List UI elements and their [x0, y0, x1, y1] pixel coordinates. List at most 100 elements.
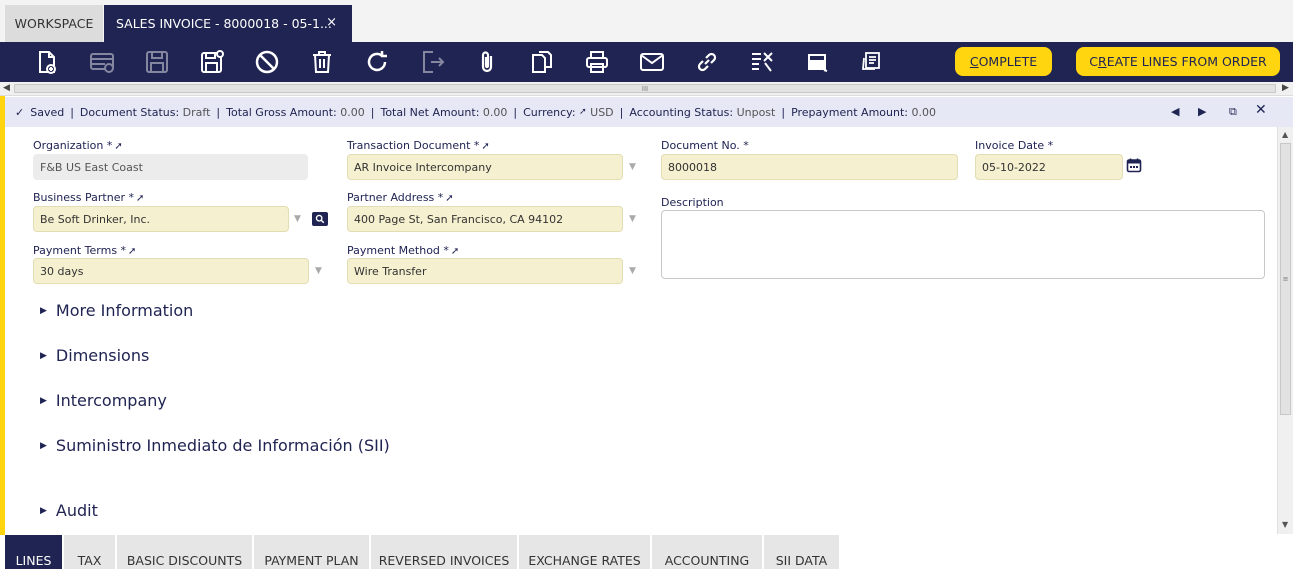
- tab-lines[interactable]: LINES: [5, 535, 62, 569]
- payment-terms-select[interactable]: 30 days: [33, 258, 309, 284]
- close-form-icon[interactable]: ✕: [1255, 102, 1267, 118]
- caret-right-icon: ▶: [40, 395, 47, 406]
- invoice-date-label: Invoice Date *: [975, 139, 1054, 152]
- caret-right-icon: ▶: [40, 505, 47, 516]
- next-record-icon[interactable]: ▶: [1198, 105, 1206, 118]
- complete-button-label: OMPLETE: [978, 54, 1038, 69]
- vertical-scrollbar[interactable]: ▲ ≡ ▼: [1277, 127, 1293, 534]
- notes-icon[interactable]: [858, 48, 886, 76]
- description-label: Description: [661, 196, 724, 209]
- email-icon[interactable]: [638, 48, 666, 76]
- business-partner-select[interactable]: Be Soft Drinker, Inc.: [33, 206, 289, 232]
- organization-label: Organization * ➚: [33, 139, 123, 152]
- link-arrow-icon[interactable]: ➚: [451, 246, 459, 257]
- partner-address-label: Partner Address * ➚: [347, 191, 454, 204]
- doc-status-value: Draft: [182, 105, 211, 119]
- chevron-down-icon[interactable]: ▼: [629, 266, 636, 276]
- section-intercompany[interactable]: ▶ Intercompany: [40, 391, 167, 410]
- audit-icon[interactable]: [748, 48, 776, 76]
- caret-right-icon: ▶: [40, 440, 47, 451]
- save-close-icon[interactable]: [198, 48, 226, 76]
- complete-button[interactable]: C OMPLETE: [955, 47, 1052, 76]
- complete-button-accesskey: C: [969, 54, 979, 69]
- scroll-left-icon[interactable]: ◀: [3, 83, 10, 93]
- save-icon[interactable]: [143, 48, 171, 76]
- payment-method-label: Payment Method * ➚: [347, 244, 460, 257]
- new-document-icon[interactable]: [33, 48, 61, 76]
- tab-accounting[interactable]: ACCOUNTING: [652, 535, 762, 569]
- currency-value: USD: [590, 105, 614, 119]
- checkmark-icon: ✓: [15, 105, 25, 119]
- gross-amount-label: Total Gross Amount:: [226, 105, 337, 119]
- link-arrow-icon[interactable]: ➚: [136, 193, 144, 204]
- print-icon[interactable]: [583, 48, 611, 76]
- scroll-right-icon[interactable]: ▶: [1282, 83, 1289, 93]
- horizontal-scrollbar[interactable]: ◀ III ▶: [0, 82, 1293, 96]
- tab-workspace[interactable]: WORKSPACE: [5, 5, 103, 42]
- tab-basic-discounts[interactable]: BASIC DISCOUNTS: [117, 535, 252, 569]
- undo-icon[interactable]: [253, 48, 281, 76]
- link-arrow-icon[interactable]: ➚: [481, 141, 489, 152]
- link-arrow-icon[interactable]: ➚: [114, 141, 122, 152]
- caret-right-icon: ▶: [40, 350, 47, 361]
- link-arrow-icon[interactable]: ➚: [445, 193, 453, 204]
- form-accent-bar: [0, 96, 5, 536]
- copy-record-icon[interactable]: [528, 48, 556, 76]
- scroll-grip: III: [641, 84, 649, 93]
- tab-sales-invoice-label: SALES INVOICE - 8000018 - 05-1...: [116, 16, 332, 31]
- delete-icon[interactable]: [308, 48, 336, 76]
- caret-right-icon: ▶: [40, 305, 47, 316]
- tab-payment-plan[interactable]: PAYMENT PLAN: [254, 535, 369, 569]
- section-dimensions[interactable]: ▶ Dimensions: [40, 346, 149, 365]
- search-icon[interactable]: [312, 212, 328, 226]
- status-saved: Saved: [30, 105, 65, 119]
- chevron-down-icon[interactable]: ▼: [315, 266, 322, 276]
- section-audit[interactable]: ▶ Audit: [40, 501, 98, 520]
- invoice-date-input[interactable]: 05-10-2022: [975, 154, 1123, 180]
- pin-icon[interactable]: ➚: [579, 107, 587, 117]
- subtab-bar: LINES TAX BASIC DISCOUNTS PAYMENT PLAN R…: [0, 535, 1293, 569]
- attachment-icon[interactable]: [473, 48, 501, 76]
- tab-tax[interactable]: TAX: [64, 535, 115, 569]
- tab-sales-invoice[interactable]: SALES INVOICE - 8000018 - 05-1... ×: [104, 5, 352, 42]
- window-tab-strip: WORKSPACE SALES INVOICE - 8000018 - 05-1…: [0, 0, 1293, 42]
- payment-method-select[interactable]: Wire Transfer: [347, 258, 623, 284]
- scroll-up-icon[interactable]: ▲: [1282, 130, 1288, 139]
- new-row-icon[interactable]: [88, 48, 116, 76]
- link-icon[interactable]: [693, 48, 721, 76]
- organization-field: F&B US East Coast: [33, 154, 308, 180]
- export-icon[interactable]: [418, 48, 446, 76]
- section-more-information[interactable]: ▶ More Information: [40, 301, 193, 320]
- gross-amount-value: 0.00: [340, 105, 365, 119]
- transaction-document-label: Transaction Document * ➚: [347, 139, 490, 152]
- previous-record-icon[interactable]: ◀: [1171, 105, 1179, 118]
- prepayment-value: 0.00: [911, 105, 936, 119]
- create-lines-accesskey: R: [1098, 54, 1107, 69]
- tab-exchange-rates[interactable]: EXCHANGE RATES: [519, 535, 650, 569]
- grid-view-icon[interactable]: [803, 48, 831, 76]
- business-partner-label: Business Partner * ➚: [33, 191, 145, 204]
- scroll-down-icon[interactable]: ▼: [1282, 520, 1288, 529]
- chevron-down-icon[interactable]: ▼: [629, 162, 636, 172]
- section-sii[interactable]: ▶ Suministro Inmediato de Información (SI…: [40, 436, 390, 455]
- maximize-icon[interactable]: ⧉: [1229, 105, 1237, 119]
- link-arrow-icon[interactable]: ➚: [128, 246, 136, 257]
- partner-address-select[interactable]: 400 Page St, San Francisco, CA 94102: [347, 206, 623, 232]
- tab-sii-data[interactable]: SII DATA: [764, 535, 839, 569]
- document-no-label: Document No. *: [661, 139, 749, 152]
- refresh-icon[interactable]: [363, 48, 391, 76]
- transaction-document-select[interactable]: AR Invoice Intercompany: [347, 154, 623, 180]
- document-no-input[interactable]: 8000018: [661, 154, 958, 180]
- create-lines-label-pre: C: [1089, 54, 1099, 69]
- close-icon[interactable]: ×: [326, 15, 337, 30]
- tab-reversed-invoices[interactable]: REVERSED INVOICES: [371, 535, 517, 569]
- vertical-scroll-thumb[interactable]: ≡: [1280, 143, 1291, 415]
- horizontal-scroll-thumb[interactable]: III: [14, 84, 1276, 93]
- calendar-icon[interactable]: [1126, 157, 1142, 173]
- description-textarea[interactable]: [661, 210, 1265, 279]
- chevron-down-icon[interactable]: ▼: [629, 214, 636, 224]
- net-amount-label: Total Net Amount:: [380, 105, 480, 119]
- net-amount-value: 0.00: [482, 105, 508, 119]
- chevron-down-icon[interactable]: ▼: [294, 214, 301, 224]
- create-lines-from-order-button[interactable]: C R EATE LINES FROM ORDER: [1076, 47, 1280, 76]
